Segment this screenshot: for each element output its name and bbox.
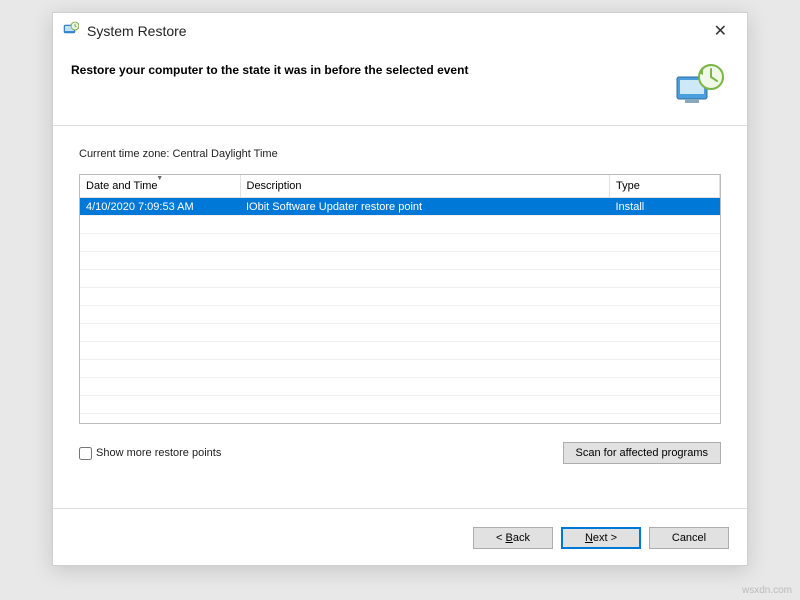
column-date-label: Date and Time [86, 180, 158, 192]
table-row[interactable]: 4/10/2020 7:09:53 AM IObit Software Upda… [80, 198, 720, 216]
table-row [80, 252, 720, 270]
back-label: < Back [496, 532, 530, 544]
column-date[interactable]: ▼ Date and Time [80, 175, 240, 198]
page-heading: Restore your computer to the state it wa… [71, 59, 659, 115]
table-row [80, 324, 720, 342]
table-row [80, 306, 720, 324]
cancel-button[interactable]: Cancel [649, 527, 729, 549]
scan-affected-button[interactable]: Scan for affected programs [563, 442, 721, 464]
column-description-label: Description [247, 180, 302, 192]
footer-separator [53, 508, 747, 509]
system-restore-window: System Restore ✕ Restore your computer t… [52, 12, 748, 566]
table-row [80, 288, 720, 306]
cell-type: Install [610, 198, 720, 216]
below-grid-row: Show more restore points Scan for affect… [79, 442, 721, 464]
header-section: Restore your computer to the state it wa… [53, 49, 747, 115]
table-row [80, 342, 720, 360]
restore-hero-icon [671, 59, 727, 115]
table-row [80, 216, 720, 234]
system-restore-icon [63, 21, 79, 42]
table-row [80, 234, 720, 252]
close-icon[interactable]: ✕ [704, 17, 737, 45]
show-more-checkbox[interactable] [79, 447, 92, 460]
table-row [80, 378, 720, 396]
cell-date: 4/10/2020 7:09:53 AM [80, 198, 240, 216]
table-row [80, 270, 720, 288]
column-type-label: Type [616, 180, 640, 192]
timezone-label: Current time zone: Central Daylight Time [79, 148, 721, 160]
back-button[interactable]: < Back [473, 527, 553, 549]
window-title: System Restore [87, 23, 704, 39]
column-description[interactable]: Description [240, 175, 610, 198]
titlebar: System Restore ✕ [53, 13, 747, 49]
next-button[interactable]: Next > [561, 527, 641, 549]
table-row [80, 360, 720, 378]
restore-points-table[interactable]: ▼ Date and Time Description Type 4/10/20… [79, 174, 721, 424]
table-header-row: ▼ Date and Time Description Type [80, 175, 720, 198]
show-more-checkbox-label[interactable]: Show more restore points [79, 447, 563, 460]
table-row [80, 396, 720, 414]
watermark: wsxdn.com [742, 585, 792, 596]
column-type[interactable]: Type [610, 175, 720, 198]
cancel-label: Cancel [672, 532, 706, 544]
wizard-footer: < Back Next > Cancel [473, 527, 729, 549]
content-area: Current time zone: Central Daylight Time… [53, 126, 747, 476]
sort-indicator-icon: ▼ [156, 175, 163, 182]
scan-affected-label: Scan for affected programs [576, 447, 708, 459]
cell-description: IObit Software Updater restore point [240, 198, 610, 216]
next-label: Next > [585, 532, 617, 544]
show-more-text: Show more restore points [96, 447, 221, 459]
